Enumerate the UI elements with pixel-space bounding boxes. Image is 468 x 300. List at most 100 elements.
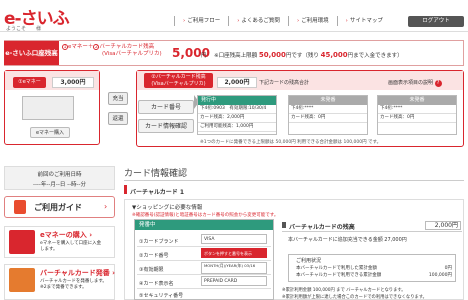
nav-sitemap-label: サイトマップ (349, 18, 383, 24)
header-divider (0, 31, 468, 32)
vcard-balance: 2,000円 (217, 77, 257, 88)
charge-button[interactable]: 充当 (108, 92, 128, 105)
nav-arrow-icon: › (183, 18, 186, 24)
vcard-footnote: ※1つのカードに発番できる上限額は 50,000円 利用できる合計金額は 100… (200, 140, 382, 145)
book-icon (14, 200, 26, 214)
remain-value: 45,000 (320, 51, 348, 59)
vcard-label: ②バーチャルカード残高 (Visaバーチャルプリカ) (144, 73, 213, 88)
screen-help-label: 画面表示項目の説明 (388, 80, 434, 86)
site-logo[interactable]: e-さいふ (4, 4, 76, 29)
limit-prefix: ※口座残高上限額 (214, 53, 259, 59)
account-balance-label: e-さいふ口座残高 (4, 41, 59, 65)
vcard-label-line1: バーチャルカード残高 (155, 74, 206, 80)
nav-flow-label: ご利用フロー (187, 18, 221, 24)
usage-row-value: 0円 (444, 266, 452, 271)
screen-help-link[interactable]: 画面表示項目の説明 ? (388, 79, 442, 87)
detail-label: ③有効期限 (139, 267, 164, 273)
nav-faq[interactable]: › よくあるご質問 (228, 16, 288, 26)
formula-vcard: バーチャルカード残高 (99, 44, 155, 50)
card-number-button[interactable]: カード番号 (138, 100, 194, 114)
limit-mid: 円です（残り (285, 53, 321, 59)
emoney-purchase-desc: eマネーを購入して口座に入金 します。 (40, 241, 101, 253)
vcard-issue-desc: バーチャルカードを発番します。 ※2まで発番できます。 (40, 279, 107, 291)
emoney-purchase-title: eマネーの購入 › (40, 230, 92, 240)
card-name-value: PREPAID CARD (201, 276, 267, 286)
page-title: カード情報確認 (124, 169, 188, 179)
auth-notice: ※確認番号(認証情報)と暗証番号はカード番号の照会から変更可能です。 (132, 213, 279, 218)
recharge-available-note: 本バーチャルカードに追加充当できる金額 27,000円 (288, 237, 407, 243)
card-info-button[interactable]: カード情報確認 (138, 119, 194, 133)
card-brand-value: VISA (201, 234, 267, 244)
card-status: 発行中 (198, 96, 276, 105)
footnote: ※累計利用金額 100,000円 まで バーチャルカードとなります。 (282, 288, 406, 293)
help-icon: ? (434, 80, 442, 87)
emoney-purchase-title-text: eマネーの購入 (40, 231, 87, 239)
nav-environment[interactable]: › ご利用環境 (287, 16, 337, 26)
detail-label: ④カード表示名 (139, 281, 174, 287)
vcard-slot-2[interactable]: 未発番 下4桁:**** カード残高：0円 (288, 95, 368, 135)
desc-line: バーチャルカードを発番します。 (40, 279, 107, 284)
vcard-issue-title: バーチャルカード発番 › (40, 268, 115, 278)
emoney-card-image (22, 96, 74, 120)
emoney-balance: 3,000円 (52, 77, 94, 88)
nav-flow[interactable]: › ご利用フロー (174, 16, 228, 26)
chevron-right-icon: › (89, 231, 93, 239)
desc-line: します。 (40, 246, 58, 252)
emoney-buy-button[interactable]: eマネー購入 (30, 127, 70, 138)
card-status: 未発番 (289, 96, 367, 105)
logout-button[interactable]: ログアウト (408, 16, 464, 27)
card-row: 下4桁:0903 有効期限:10/30/4 (198, 105, 276, 114)
vcard-slot-3[interactable]: 未発番 下4桁:**** カード残高：0円 (377, 95, 457, 135)
vcard-balance-heading: バーチャルカードの残高 (289, 224, 355, 231)
balance-currency: 円 (201, 53, 207, 59)
detail-label: ⑤セキュリティ番号 (139, 293, 184, 299)
balance-number: 2,000 (434, 222, 452, 229)
usage-row-label: 本バーチャルカードで利用できる累計金額 (296, 273, 382, 278)
balance-unit: 円 (451, 222, 458, 229)
detail-label: ②カード番号 (139, 253, 169, 259)
nav-environment-label: ご利用環境 (301, 18, 329, 24)
top-nav: › ご利用フロー › よくあるご質問 › ご利用環境 › サイトマップ (174, 16, 391, 28)
section-title: バーチャルカード 1 (130, 189, 185, 196)
vcard-issue-title-text: バーチャルカード発番 (40, 269, 110, 277)
limit-suffix: 円まで入金できます） (347, 53, 403, 59)
card-row: ご利用可能残高：1,000円 (198, 123, 276, 132)
desc-line: eマネーを購入して口座に入金 (40, 241, 102, 246)
usage-status-label: ご利用状況 (296, 258, 322, 264)
nav-arrow-icon: › (345, 18, 348, 24)
expiry-value: MONTH(月)/YEAR(年) 03/16 (201, 262, 267, 274)
card-status: 未発番 (378, 96, 456, 105)
last-use-value: ----年--月--日 --時--分 (32, 182, 87, 188)
vcard-balance-note: 下記カードの残高合計 (259, 80, 310, 86)
usage-row-label: 本バーチャルカードで利用した累計金額 (296, 266, 377, 271)
refund-button[interactable]: 返還 (108, 112, 128, 125)
chevron-right-icon: › (112, 269, 116, 277)
section-marker (124, 185, 127, 194)
shopping-info-heading: ▼ショッピングに必要な情報 (132, 205, 203, 211)
emoney-label-text: eマネー (22, 79, 41, 85)
card-row: 下4桁:**** (289, 105, 367, 114)
show-card-number-button[interactable]: ボタンを押すと番号を表示 (201, 248, 267, 258)
last-use-label: 前回のご利用日時 (37, 172, 82, 178)
formula-vcard-sub: (Visaバーチャルプリカ) (102, 51, 162, 58)
card-row: カード残高：0円 (378, 114, 456, 123)
balance-divider (282, 231, 462, 232)
nav-sitemap[interactable]: › サイトマップ (336, 16, 391, 26)
card-row: 下4桁:**** (378, 105, 456, 114)
formula-emoney: eマネー (68, 44, 88, 50)
nav-arrow-icon: › (237, 18, 240, 24)
section-marker (282, 222, 286, 228)
footnote: ※累計利用額が上限に達した場合このカードでの利用はできなくなります。 (282, 295, 427, 300)
card-row: カード残高：0円 (289, 114, 367, 123)
title-divider (124, 180, 464, 181)
emoney-purchase-icon (9, 230, 35, 254)
balance-formula: 1 eマネー＋ 2 バーチャルカード残高 (Visaバーチャルプリカ) (62, 44, 162, 58)
limit-value: 50,000 (258, 51, 286, 59)
nav-faq-label: よくあるご質問 (241, 18, 280, 24)
vcard-slot-1[interactable]: 発行中 下4桁:0903 有効期限:10/30/4 カード残高：2,000円 ご… (197, 95, 277, 135)
chevron-right-icon: › (104, 202, 108, 211)
card-detail-status: 発番中 (135, 220, 273, 230)
user-guide-label: ご利用ガイド (34, 203, 82, 212)
balance-limit-note: ※口座残高上限額 50,000円です（残り 45,000円まで入金できます） (214, 51, 403, 59)
detail-label: ①カードブランド (139, 239, 179, 245)
